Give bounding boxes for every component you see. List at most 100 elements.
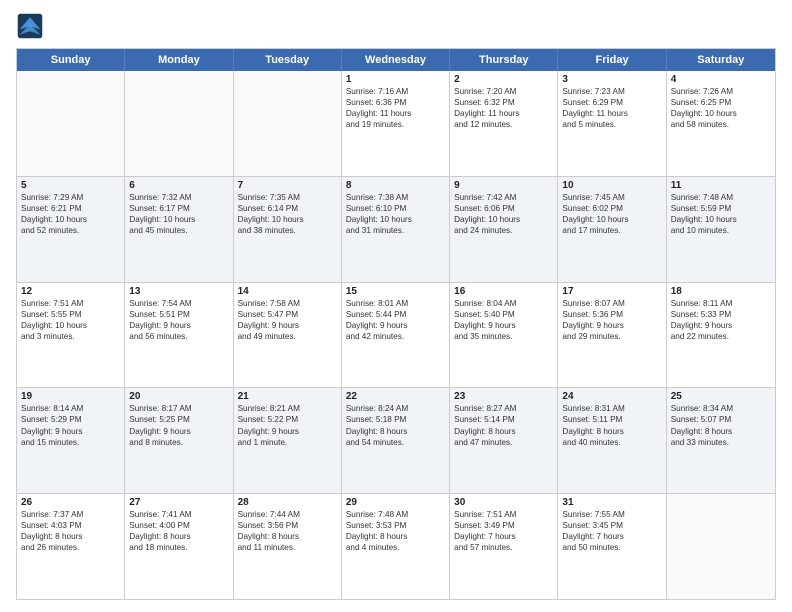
calendar-body: 1Sunrise: 7:16 AM Sunset: 6:36 PM Daylig… [17,71,775,599]
day-info: Sunrise: 7:45 AM Sunset: 6:02 PM Dayligh… [562,192,661,236]
day-number: 21 [238,391,337,402]
calendar-cell: 4Sunrise: 7:26 AM Sunset: 6:25 PM Daylig… [667,71,775,176]
calendar-cell [125,71,233,176]
day-info: Sunrise: 7:16 AM Sunset: 6:36 PM Dayligh… [346,86,445,130]
calendar: SundayMondayTuesdayWednesdayThursdayFrid… [16,48,776,600]
calendar-cell [667,494,775,599]
calendar-cell: 11Sunrise: 7:48 AM Sunset: 5:59 PM Dayli… [667,177,775,282]
calendar-cell: 17Sunrise: 8:07 AM Sunset: 5:36 PM Dayli… [558,283,666,388]
day-info: Sunrise: 7:55 AM Sunset: 3:45 PM Dayligh… [562,509,661,553]
day-info: Sunrise: 7:29 AM Sunset: 6:21 PM Dayligh… [21,192,120,236]
day-info: Sunrise: 7:20 AM Sunset: 6:32 PM Dayligh… [454,86,553,130]
weekday-header: Monday [125,49,233,71]
day-info: Sunrise: 7:32 AM Sunset: 6:17 PM Dayligh… [129,192,228,236]
day-info: Sunrise: 8:07 AM Sunset: 5:36 PM Dayligh… [562,298,661,342]
calendar-row: 19Sunrise: 8:14 AM Sunset: 5:29 PM Dayli… [17,387,775,493]
calendar-cell: 16Sunrise: 8:04 AM Sunset: 5:40 PM Dayli… [450,283,558,388]
day-number: 30 [454,497,553,508]
calendar-cell: 23Sunrise: 8:27 AM Sunset: 5:14 PM Dayli… [450,388,558,493]
day-number: 2 [454,74,553,85]
day-info: Sunrise: 7:26 AM Sunset: 6:25 PM Dayligh… [671,86,771,130]
calendar-cell: 25Sunrise: 8:34 AM Sunset: 5:07 PM Dayli… [667,388,775,493]
calendar-cell: 29Sunrise: 7:48 AM Sunset: 3:53 PM Dayli… [342,494,450,599]
day-info: Sunrise: 7:48 AM Sunset: 3:53 PM Dayligh… [346,509,445,553]
calendar-cell: 13Sunrise: 7:54 AM Sunset: 5:51 PM Dayli… [125,283,233,388]
day-info: Sunrise: 7:35 AM Sunset: 6:14 PM Dayligh… [238,192,337,236]
day-info: Sunrise: 8:01 AM Sunset: 5:44 PM Dayligh… [346,298,445,342]
calendar-cell: 1Sunrise: 7:16 AM Sunset: 6:36 PM Daylig… [342,71,450,176]
calendar-cell: 12Sunrise: 7:51 AM Sunset: 5:55 PM Dayli… [17,283,125,388]
day-number: 6 [129,180,228,191]
calendar-cell: 22Sunrise: 8:24 AM Sunset: 5:18 PM Dayli… [342,388,450,493]
day-info: Sunrise: 8:24 AM Sunset: 5:18 PM Dayligh… [346,403,445,447]
day-number: 29 [346,497,445,508]
calendar-cell: 5Sunrise: 7:29 AM Sunset: 6:21 PM Daylig… [17,177,125,282]
day-info: Sunrise: 7:37 AM Sunset: 4:03 PM Dayligh… [21,509,120,553]
day-info: Sunrise: 7:51 AM Sunset: 3:49 PM Dayligh… [454,509,553,553]
day-number: 1 [346,74,445,85]
day-number: 23 [454,391,553,402]
day-number: 19 [21,391,120,402]
day-info: Sunrise: 7:58 AM Sunset: 5:47 PM Dayligh… [238,298,337,342]
day-info: Sunrise: 7:54 AM Sunset: 5:51 PM Dayligh… [129,298,228,342]
day-number: 24 [562,391,661,402]
calendar-cell: 6Sunrise: 7:32 AM Sunset: 6:17 PM Daylig… [125,177,233,282]
day-number: 31 [562,497,661,508]
day-number: 3 [562,74,661,85]
day-number: 28 [238,497,337,508]
calendar-cell: 27Sunrise: 7:41 AM Sunset: 4:00 PM Dayli… [125,494,233,599]
calendar-row: 5Sunrise: 7:29 AM Sunset: 6:21 PM Daylig… [17,176,775,282]
day-number: 9 [454,180,553,191]
calendar-cell: 18Sunrise: 8:11 AM Sunset: 5:33 PM Dayli… [667,283,775,388]
calendar-cell: 21Sunrise: 8:21 AM Sunset: 5:22 PM Dayli… [234,388,342,493]
day-number: 7 [238,180,337,191]
day-number: 17 [562,286,661,297]
day-number: 15 [346,286,445,297]
day-number: 11 [671,180,771,191]
calendar-cell: 3Sunrise: 7:23 AM Sunset: 6:29 PM Daylig… [558,71,666,176]
weekday-header: Thursday [450,49,558,71]
day-info: Sunrise: 8:34 AM Sunset: 5:07 PM Dayligh… [671,403,771,447]
day-number: 26 [21,497,120,508]
day-info: Sunrise: 7:42 AM Sunset: 6:06 PM Dayligh… [454,192,553,236]
calendar-cell [17,71,125,176]
day-info: Sunrise: 7:41 AM Sunset: 4:00 PM Dayligh… [129,509,228,553]
calendar-cell: 19Sunrise: 8:14 AM Sunset: 5:29 PM Dayli… [17,388,125,493]
day-number: 14 [238,286,337,297]
day-number: 8 [346,180,445,191]
day-info: Sunrise: 8:04 AM Sunset: 5:40 PM Dayligh… [454,298,553,342]
calendar-row: 12Sunrise: 7:51 AM Sunset: 5:55 PM Dayli… [17,282,775,388]
day-info: Sunrise: 8:27 AM Sunset: 5:14 PM Dayligh… [454,403,553,447]
calendar-cell: 20Sunrise: 8:17 AM Sunset: 5:25 PM Dayli… [125,388,233,493]
day-info: Sunrise: 8:21 AM Sunset: 5:22 PM Dayligh… [238,403,337,447]
day-info: Sunrise: 8:17 AM Sunset: 5:25 PM Dayligh… [129,403,228,447]
weekday-header: Sunday [17,49,125,71]
calendar-row: 26Sunrise: 7:37 AM Sunset: 4:03 PM Dayli… [17,493,775,599]
day-info: Sunrise: 7:48 AM Sunset: 5:59 PM Dayligh… [671,192,771,236]
calendar-cell: 31Sunrise: 7:55 AM Sunset: 3:45 PM Dayli… [558,494,666,599]
day-number: 13 [129,286,228,297]
day-info: Sunrise: 7:38 AM Sunset: 6:10 PM Dayligh… [346,192,445,236]
calendar-cell: 9Sunrise: 7:42 AM Sunset: 6:06 PM Daylig… [450,177,558,282]
day-number: 27 [129,497,228,508]
calendar-cell: 14Sunrise: 7:58 AM Sunset: 5:47 PM Dayli… [234,283,342,388]
calendar-cell: 15Sunrise: 8:01 AM Sunset: 5:44 PM Dayli… [342,283,450,388]
weekday-header: Friday [558,49,666,71]
day-number: 12 [21,286,120,297]
calendar-cell: 10Sunrise: 7:45 AM Sunset: 6:02 PM Dayli… [558,177,666,282]
calendar-cell [234,71,342,176]
logo-icon [16,12,44,40]
day-info: Sunrise: 7:23 AM Sunset: 6:29 PM Dayligh… [562,86,661,130]
calendar-header: SundayMondayTuesdayWednesdayThursdayFrid… [17,49,775,71]
day-number: 20 [129,391,228,402]
day-number: 16 [454,286,553,297]
calendar-cell: 2Sunrise: 7:20 AM Sunset: 6:32 PM Daylig… [450,71,558,176]
header [16,12,776,40]
weekday-header: Tuesday [234,49,342,71]
calendar-cell: 30Sunrise: 7:51 AM Sunset: 3:49 PM Dayli… [450,494,558,599]
day-number: 22 [346,391,445,402]
day-number: 25 [671,391,771,402]
day-info: Sunrise: 8:11 AM Sunset: 5:33 PM Dayligh… [671,298,771,342]
calendar-cell: 26Sunrise: 7:37 AM Sunset: 4:03 PM Dayli… [17,494,125,599]
calendar-cell: 28Sunrise: 7:44 AM Sunset: 3:56 PM Dayli… [234,494,342,599]
